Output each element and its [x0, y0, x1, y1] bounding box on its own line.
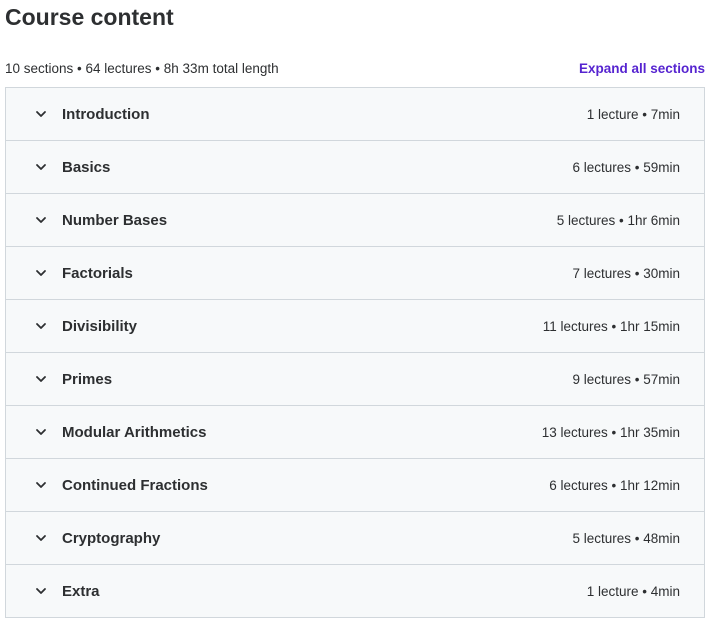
section-row[interactable]: Basics 6 lectures • 59min	[6, 141, 704, 194]
chevron-down-icon	[34, 319, 48, 333]
section-row[interactable]: Factorials 7 lectures • 30min	[6, 247, 704, 300]
section-meta: 11 lectures • 1hr 15min	[542, 318, 680, 334]
section-title: Basics	[62, 158, 111, 176]
section-title: Number Bases	[62, 211, 168, 229]
page-title: Course content	[5, 4, 174, 30]
section-meta: 1 lecture • 4min	[586, 583, 680, 599]
chevron-down-icon	[34, 160, 48, 174]
section-row[interactable]: Cryptography 5 lectures • 48min	[6, 512, 704, 565]
section-meta: 6 lectures • 1hr 12min	[549, 477, 680, 493]
section-meta: 13 lectures • 1hr 35min	[541, 424, 680, 440]
section-meta: 9 lectures • 57min	[572, 371, 680, 387]
section-meta: 6 lectures • 59min	[572, 159, 680, 175]
section-row[interactable]: Divisibility 11 lectures • 1hr 15min	[6, 300, 704, 353]
section-meta: 5 lectures • 48min	[572, 530, 680, 546]
section-title: Continued Fractions	[62, 476, 208, 494]
chevron-down-icon	[34, 107, 48, 121]
section-row[interactable]: Extra 1 lecture • 4min	[6, 565, 704, 617]
section-title: Modular Arithmetics	[62, 423, 207, 441]
course-summary: 10 sections • 64 lectures • 8h 33m total…	[5, 60, 279, 76]
chevron-down-icon	[34, 584, 48, 598]
sections-list: Introduction 1 lecture • 7min Basics 6 l…	[5, 87, 705, 618]
section-title: Cryptography	[62, 529, 161, 547]
chevron-down-icon	[34, 266, 48, 280]
section-title: Divisibility	[62, 317, 138, 335]
section-row[interactable]: Primes 9 lectures • 57min	[6, 353, 704, 406]
chevron-down-icon	[34, 372, 48, 386]
course-summary-bar: 10 sections • 64 lectures • 8h 33m total…	[5, 58, 705, 78]
chevron-down-icon	[34, 531, 48, 545]
section-meta: 7 lectures • 30min	[572, 265, 680, 281]
section-row[interactable]: Continued Fractions 6 lectures • 1hr 12m…	[6, 459, 704, 512]
chevron-down-icon	[34, 213, 48, 227]
expand-all-sections-button[interactable]: Expand all sections	[579, 61, 705, 76]
section-title: Primes	[62, 370, 113, 388]
section-row[interactable]: Modular Arithmetics 13 lectures • 1hr 35…	[6, 406, 704, 459]
chevron-down-icon	[34, 478, 48, 492]
section-row[interactable]: Introduction 1 lecture • 7min	[6, 88, 704, 141]
section-meta: 1 lecture • 7min	[586, 106, 680, 122]
section-title: Extra	[62, 582, 100, 600]
section-row[interactable]: Number Bases 5 lectures • 1hr 6min	[6, 194, 704, 247]
section-title: Factorials	[62, 264, 133, 282]
chevron-down-icon	[34, 425, 48, 439]
section-title: Introduction	[62, 105, 150, 123]
section-meta: 5 lectures • 1hr 6min	[556, 212, 680, 228]
